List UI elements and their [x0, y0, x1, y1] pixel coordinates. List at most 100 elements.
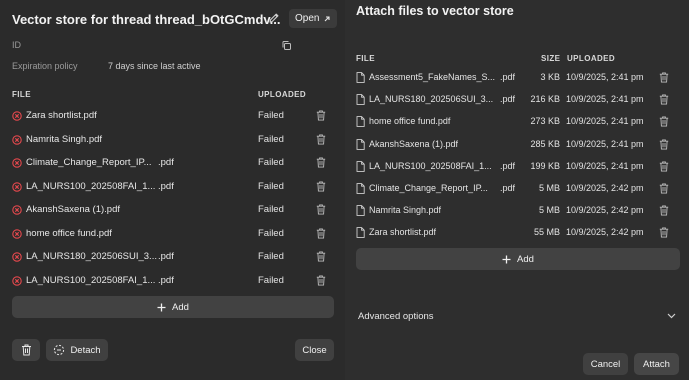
file-row[interactable]: Assessment5_FakeNames_S... .pdf 3 KB 10/9/2…: [356, 68, 680, 88]
file-icon: [356, 116, 365, 128]
file-size: 199 KB: [530, 160, 560, 171]
file-name: LA_NURS100_202508FAI_1...: [26, 180, 156, 192]
file-icon: [356, 138, 365, 150]
column-file: FILE: [356, 54, 375, 63]
file-name: home office fund.pdf: [26, 227, 112, 239]
file-name: LA_NURS100_202508FAI_1...: [26, 274, 156, 286]
close-label: Close: [302, 344, 327, 356]
attach-files-panel: Attach files to vector store FILE SIZE U…: [345, 0, 689, 380]
expiration-value: 7 days since last active: [108, 61, 201, 71]
file-size: 285 KB: [530, 138, 560, 149]
error-icon: [12, 158, 22, 168]
error-icon: [12, 252, 22, 262]
file-ext: .pdf: [500, 160, 516, 171]
file-size: 5 MB: [538, 205, 560, 216]
upload-status: Failed: [258, 204, 284, 215]
file-name: Climate_Change_Report_IP...: [26, 157, 152, 168]
open-label: Open: [295, 13, 320, 24]
file-row[interactable]: LA_NURS180_202506SUI_3... .pdf 216 KB 10/9/…: [356, 90, 680, 110]
trash-icon[interactable]: [659, 227, 669, 238]
plus-icon: [157, 303, 166, 312]
trash-icon[interactable]: [659, 72, 669, 83]
trash-icon[interactable]: [316, 110, 326, 121]
file-row[interactable]: AkanshSaxena (1).pdf 285 KB 10/9/2025, 2:4…: [356, 135, 680, 155]
trash-icon[interactable]: [316, 180, 326, 192]
failed-file-row: AkanshSaxena (1).pdf Failed: [12, 201, 330, 219]
detach-button[interactable]: Detach: [46, 339, 108, 361]
trash-icon[interactable]: [659, 183, 669, 194]
upload-status: Failed: [258, 274, 284, 286]
file-name: Zara shortlist.pdf: [369, 227, 437, 238]
close-button[interactable]: Close: [295, 339, 334, 361]
column-uploaded: UPLOADED: [567, 54, 616, 63]
cancel-button[interactable]: Cancel: [583, 353, 628, 375]
failed-file-row: Namrita Singh.pdf Failed: [12, 131, 330, 149]
trash-icon[interactable]: [659, 205, 669, 216]
file-icon: [356, 205, 365, 217]
add-file-button[interactable]: Add: [12, 296, 334, 318]
file-icon: [356, 160, 365, 172]
detach-icon: [53, 344, 65, 356]
chevron-down-icon[interactable]: [667, 313, 676, 319]
file-size: 55 MB: [533, 227, 560, 238]
trash-icon[interactable]: [316, 133, 326, 145]
upload-date: 10/9/2025, 2:41 pm: [566, 116, 644, 127]
file-row[interactable]: Zara shortlist.pdf 55 MB 10/9/2025, 2:42 p…: [356, 223, 680, 243]
vector-store-title: Vector store for thread thread_bOtGCmdv.…: [12, 11, 281, 27]
upload-status: Failed: [258, 251, 284, 262]
file-icon: [356, 227, 365, 239]
file-name: Namrita Singh.pdf: [369, 205, 442, 216]
trash-icon[interactable]: [316, 204, 326, 215]
file-ext: .pdf: [500, 94, 516, 105]
failed-file-row: LA_NURS100_202508FAI_1... .pdf Failed: [12, 178, 330, 196]
file-row[interactable]: home office fund.pdf 273 KB 10/9/2025, 2:4…: [356, 112, 680, 132]
upload-date: 10/9/2025, 2:42 pm: [566, 227, 644, 238]
trash-icon[interactable]: [659, 94, 669, 105]
panel-title-row: Vector store for thread thread_bOtGCmdv.…: [12, 10, 280, 28]
copy-icon[interactable]: [281, 40, 292, 51]
trash-icon[interactable]: [316, 274, 326, 286]
column-size: SIZE: [541, 54, 561, 63]
file-row[interactable]: Climate_Change_Report_IP... .pdf 5 MB 10/9/…: [356, 179, 680, 199]
upload-date: 10/9/2025, 2:41 pm: [566, 94, 644, 105]
file-row[interactable]: LA_NURS100_202508FAI_1... .pdf 199 KB 10/9/…: [356, 157, 680, 177]
trash-icon[interactable]: [316, 157, 326, 168]
file-name: Zara shortlist.pdf: [26, 110, 97, 121]
file-ext: .pdf: [158, 274, 174, 286]
file-icon: [356, 94, 365, 106]
open-button[interactable]: Open: [289, 9, 338, 28]
column-uploaded: UPLOADED: [258, 90, 307, 99]
pencil-icon[interactable]: [268, 12, 280, 24]
trash-icon[interactable]: [659, 139, 669, 150]
trash-icon[interactable]: [316, 251, 326, 262]
delete-store-button[interactable]: [12, 339, 40, 361]
upload-status: Failed: [258, 180, 284, 192]
upload-date: 10/9/2025, 2:41 pm: [566, 72, 644, 82]
file-ext: .pdf: [158, 251, 174, 262]
file-name: Assessment5_FakeNames_S...: [369, 72, 496, 82]
cancel-label: Cancel: [590, 358, 621, 370]
attach-label: Attach: [643, 358, 670, 370]
file-icon: [356, 72, 365, 83]
trash-icon[interactable]: [316, 227, 326, 239]
trash-icon[interactable]: [659, 116, 669, 127]
upload-date: 10/9/2025, 2:41 pm: [566, 160, 644, 171]
advanced-options-toggle[interactable]: Advanced options: [358, 311, 434, 322]
external-link-icon: [323, 15, 331, 23]
file-name: LA_NURS100_202508FAI_1...: [369, 160, 492, 171]
file-row[interactable]: Namrita Singh.pdf 5 MB 10/9/2025, 2:42 pm: [356, 201, 680, 221]
expiration-label: Expiration policy: [12, 61, 78, 71]
error-icon: [12, 181, 22, 192]
upload-status: Failed: [258, 133, 284, 145]
add-label: Add: [517, 253, 534, 265]
file-size: 216 KB: [530, 94, 560, 105]
column-file: FILE: [12, 90, 31, 99]
error-icon: [12, 111, 22, 121]
plus-icon: [502, 255, 511, 264]
add-files-button[interactable]: Add: [356, 248, 680, 270]
trash-icon[interactable]: [659, 161, 669, 172]
attach-button[interactable]: Attach: [634, 353, 679, 375]
error-icon: [12, 275, 22, 286]
failed-file-row: home office fund.pdf Failed: [12, 225, 330, 243]
file-name: Namrita Singh.pdf: [26, 133, 103, 145]
